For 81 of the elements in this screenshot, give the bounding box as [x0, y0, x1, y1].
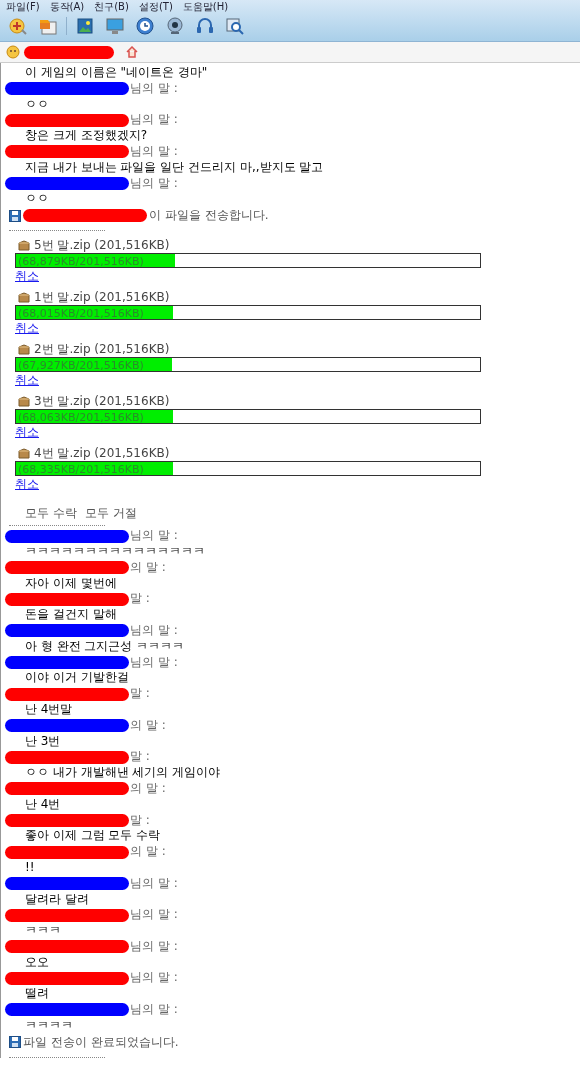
- progress-text: (68,063KB/201,516KB): [17, 411, 144, 425]
- sender-label: 님의 말 :: [130, 112, 178, 129]
- message-text: 좋아 이제 그럼 모두 수락: [24, 828, 162, 845]
- message-text: 떨려: [24, 986, 50, 1003]
- progress-text: (68,879KB/201,516KB): [17, 255, 144, 269]
- sender-label: 님의 말 :: [130, 175, 178, 192]
- progress-text: (68,015KB/201,516KB): [17, 307, 144, 321]
- webcam-icon[interactable]: [165, 16, 185, 36]
- message-text: 창은 크게 조정했겠지?: [24, 128, 148, 144]
- clock-icon[interactable]: [135, 16, 155, 36]
- cancel-link[interactable]: 취소: [15, 373, 39, 388]
- progress-text: (67,927KB/201,516KB): [17, 359, 144, 373]
- message-text: ㅇㅇ: [24, 191, 50, 208]
- message-text: !!: [24, 859, 36, 876]
- progress-text: (68,335KB/201,516KB): [17, 463, 144, 477]
- monitor-icon[interactable]: [105, 16, 125, 36]
- file-name: 4번 말.zip (201,516KB): [34, 444, 170, 462]
- sender-label: 의 말 :: [130, 780, 166, 797]
- message-text: 돈을 걸건지 말해: [24, 607, 118, 623]
- sender-label: 님의 말 :: [130, 622, 178, 639]
- system-message: 파일 전송이 완료되었습니다.: [23, 1033, 179, 1051]
- menu-item[interactable]: 설정(T): [138, 0, 173, 13]
- menu-item[interactable]: 파일(F): [6, 0, 40, 13]
- sender-label: 님의 말 :: [130, 654, 178, 671]
- file-name: 3번 말.zip (201,516KB): [34, 392, 170, 410]
- sender-label: 님의 말 :: [130, 938, 178, 955]
- sender-label: 님의 말 :: [130, 970, 178, 987]
- system-message: 이 파일을 전송합니다.: [149, 207, 269, 225]
- file-name: 5번 말.zip (201,516KB): [34, 236, 170, 254]
- sender-label: 말 :: [130, 686, 150, 702]
- message-text: 난 4번말: [24, 701, 74, 718]
- message-text: ㅋㅋㅋ: [24, 923, 62, 939]
- menu-item[interactable]: 도움말(H): [182, 0, 229, 13]
- save-icon: [9, 1036, 21, 1049]
- sender-label: 님의 말 :: [130, 528, 178, 544]
- sender-label: 님의 말 :: [130, 875, 178, 892]
- message-text: 난 4번: [24, 796, 62, 813]
- box-icon: [18, 343, 30, 356]
- box-icon: [18, 239, 30, 252]
- cancel-link[interactable]: 취소: [15, 477, 39, 492]
- sender-label: 말 :: [130, 812, 150, 829]
- search-icon[interactable]: [225, 16, 245, 36]
- message-text: 난 3번: [24, 733, 62, 750]
- message-text: 아 형 완전 그지근성 ㅋㅋㅋㅋ: [24, 638, 186, 655]
- sender-label: 의 말 :: [130, 844, 166, 860]
- message-text: ㅇㅇ 내가 개발해낸 세기의 게임이야: [24, 765, 222, 781]
- menu-item[interactable]: 동작(A): [49, 0, 85, 13]
- transfer-action-link[interactable]: 모두 거절: [84, 505, 137, 520]
- message-text: 자아 이제 몇번에: [24, 575, 118, 592]
- file-name: 1번 말.zip (201,516KB): [34, 288, 170, 306]
- box-icon: [18, 395, 30, 408]
- sender-label: 님의 말 :: [130, 907, 178, 924]
- sender-label: 님의 말 :: [130, 80, 178, 97]
- message-text: 이 게임의 이름은 "네이트온 경마": [24, 65, 209, 81]
- add-contact-icon[interactable]: [8, 16, 28, 36]
- cancel-link[interactable]: 취소: [15, 425, 39, 440]
- menu-item[interactable]: 친구(B): [94, 0, 129, 13]
- headset-icon[interactable]: [195, 16, 215, 36]
- sender-label: 님의 말 :: [130, 144, 178, 160]
- sender-label: 의 말 :: [130, 717, 166, 734]
- home-icon[interactable]: [126, 46, 138, 58]
- message-text: 달려라 달려: [24, 891, 90, 908]
- message-text: 지금 내가 보내는 파일을 일단 건드리지 마,,받지도 말고: [24, 159, 325, 176]
- message-text: ㅇㅇ: [24, 96, 50, 113]
- cancel-link[interactable]: 취소: [15, 321, 39, 336]
- cancel-link[interactable]: 취소: [15, 269, 39, 284]
- sender-label: 말 :: [130, 749, 150, 766]
- sender-label: 의 말 :: [130, 559, 166, 576]
- box-icon: [18, 291, 30, 304]
- transfer-action-link[interactable]: 모두 수락: [25, 505, 77, 520]
- emoticon-icon: [6, 45, 20, 59]
- message-text: ㅋㅋㅋㅋㅋㅋㅋㅋㅋㅋㅋㅋㅋㅋㅋ: [24, 543, 206, 560]
- message-text: 이야 이거 기발한걸: [24, 670, 130, 687]
- sender-label: 님의 말 :: [130, 1002, 178, 1018]
- sender-label: 말 :: [130, 591, 150, 608]
- file-name: 2번 말.zip (201,516KB): [34, 340, 170, 358]
- message-text: 오오: [24, 954, 50, 971]
- picture-icon[interactable]: [75, 16, 95, 36]
- box-icon: [18, 447, 30, 460]
- save-icon: [9, 209, 21, 222]
- message-text: ㅋㅋㅋㅋ: [24, 1017, 74, 1034]
